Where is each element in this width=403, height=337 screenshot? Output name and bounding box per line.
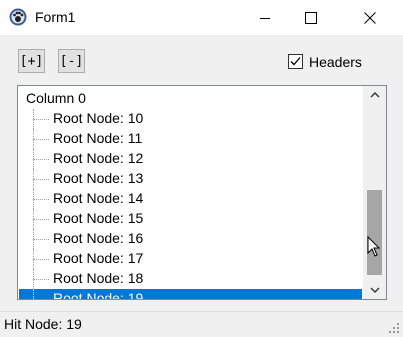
scroll-down-button[interactable] bbox=[363, 281, 386, 299]
vertical-scrollbar[interactable] bbox=[363, 86, 386, 299]
tree-connector bbox=[33, 239, 49, 240]
title-bar[interactable]: Form1 bbox=[0, 0, 403, 35]
tree-node[interactable]: Root Node: 12 bbox=[19, 149, 362, 169]
tree-node[interactable]: Root Node: 17 bbox=[19, 249, 362, 269]
tree-connector bbox=[33, 139, 49, 140]
tree-connector bbox=[33, 199, 49, 200]
maximize-icon bbox=[305, 11, 317, 24]
status-bar: Hit Node: 19 bbox=[0, 311, 403, 337]
tree-connector bbox=[33, 259, 49, 260]
status-text: Hit Node: 19 bbox=[4, 316, 82, 332]
tree-connector bbox=[33, 159, 49, 160]
headers-label[interactable]: Headers bbox=[309, 54, 362, 71]
tree-node-label: Root Node: 16 bbox=[53, 230, 144, 246]
app-icon bbox=[9, 8, 27, 26]
tree-node-selected[interactable]: Root Node: 19 bbox=[19, 289, 362, 300]
minimize-button[interactable] bbox=[242, 0, 288, 35]
tree-connector bbox=[33, 179, 49, 180]
tree-node[interactable]: Root Node: 15 bbox=[19, 209, 362, 229]
tree-node-label: Root Node: 15 bbox=[53, 210, 144, 226]
tree-node-label: Root Node: 11 bbox=[53, 130, 143, 146]
tree-connector bbox=[33, 279, 49, 280]
tree-node-label: Root Node: 10 bbox=[53, 110, 144, 126]
scroll-thumb[interactable] bbox=[367, 190, 382, 275]
tree-node[interactable]: Root Node: 14 bbox=[19, 189, 362, 209]
expand-all-button[interactable]: [+] bbox=[18, 49, 45, 73]
collapse-all-button[interactable]: [-] bbox=[58, 49, 85, 73]
mouse-pointer-icon bbox=[367, 236, 381, 257]
tree-node-label: Root Node: 14 bbox=[53, 190, 144, 206]
tree-node-label: Root Node: 18 bbox=[53, 270, 144, 286]
checkmark-icon bbox=[290, 57, 301, 66]
close-button[interactable] bbox=[347, 0, 393, 35]
tree-node[interactable]: Root Node: 11 bbox=[19, 129, 362, 149]
tree-node-label: Root Node: 17 bbox=[53, 250, 144, 266]
tree-node[interactable]: Root Node: 16 bbox=[19, 229, 362, 249]
column-header[interactable]: Column 0 bbox=[26, 90, 86, 107]
tree-connector bbox=[33, 299, 49, 300]
tree-connector bbox=[33, 219, 49, 220]
maximize-button[interactable] bbox=[288, 0, 334, 35]
tree-connector bbox=[33, 119, 49, 120]
close-icon bbox=[364, 11, 376, 24]
headers-checkbox[interactable] bbox=[288, 54, 303, 69]
tree-node[interactable]: Root Node: 13 bbox=[19, 169, 362, 189]
scroll-up-button[interactable] bbox=[363, 86, 386, 104]
chevron-down-icon bbox=[370, 287, 379, 293]
tree-node[interactable]: Root Node: 18 bbox=[19, 269, 362, 289]
size-grip-icon[interactable] bbox=[389, 323, 400, 334]
tree-node-label: Root Node: 12 bbox=[53, 150, 144, 166]
tree-view[interactable]: Column 0 Root Node: 10 Root Node: 11 Roo… bbox=[17, 85, 387, 300]
tree-node-label: Root Node: 19 bbox=[53, 290, 144, 300]
tree-node[interactable]: Root Node: 10 bbox=[19, 109, 362, 129]
form1-window: Form1 [+] [-] Headers Column 0 Root Node… bbox=[0, 0, 403, 337]
tree-node-label: Root Node: 13 bbox=[53, 170, 144, 186]
window-title: Form1 bbox=[35, 9, 76, 25]
chevron-up-icon bbox=[370, 92, 379, 98]
minimize-icon bbox=[260, 17, 270, 19]
